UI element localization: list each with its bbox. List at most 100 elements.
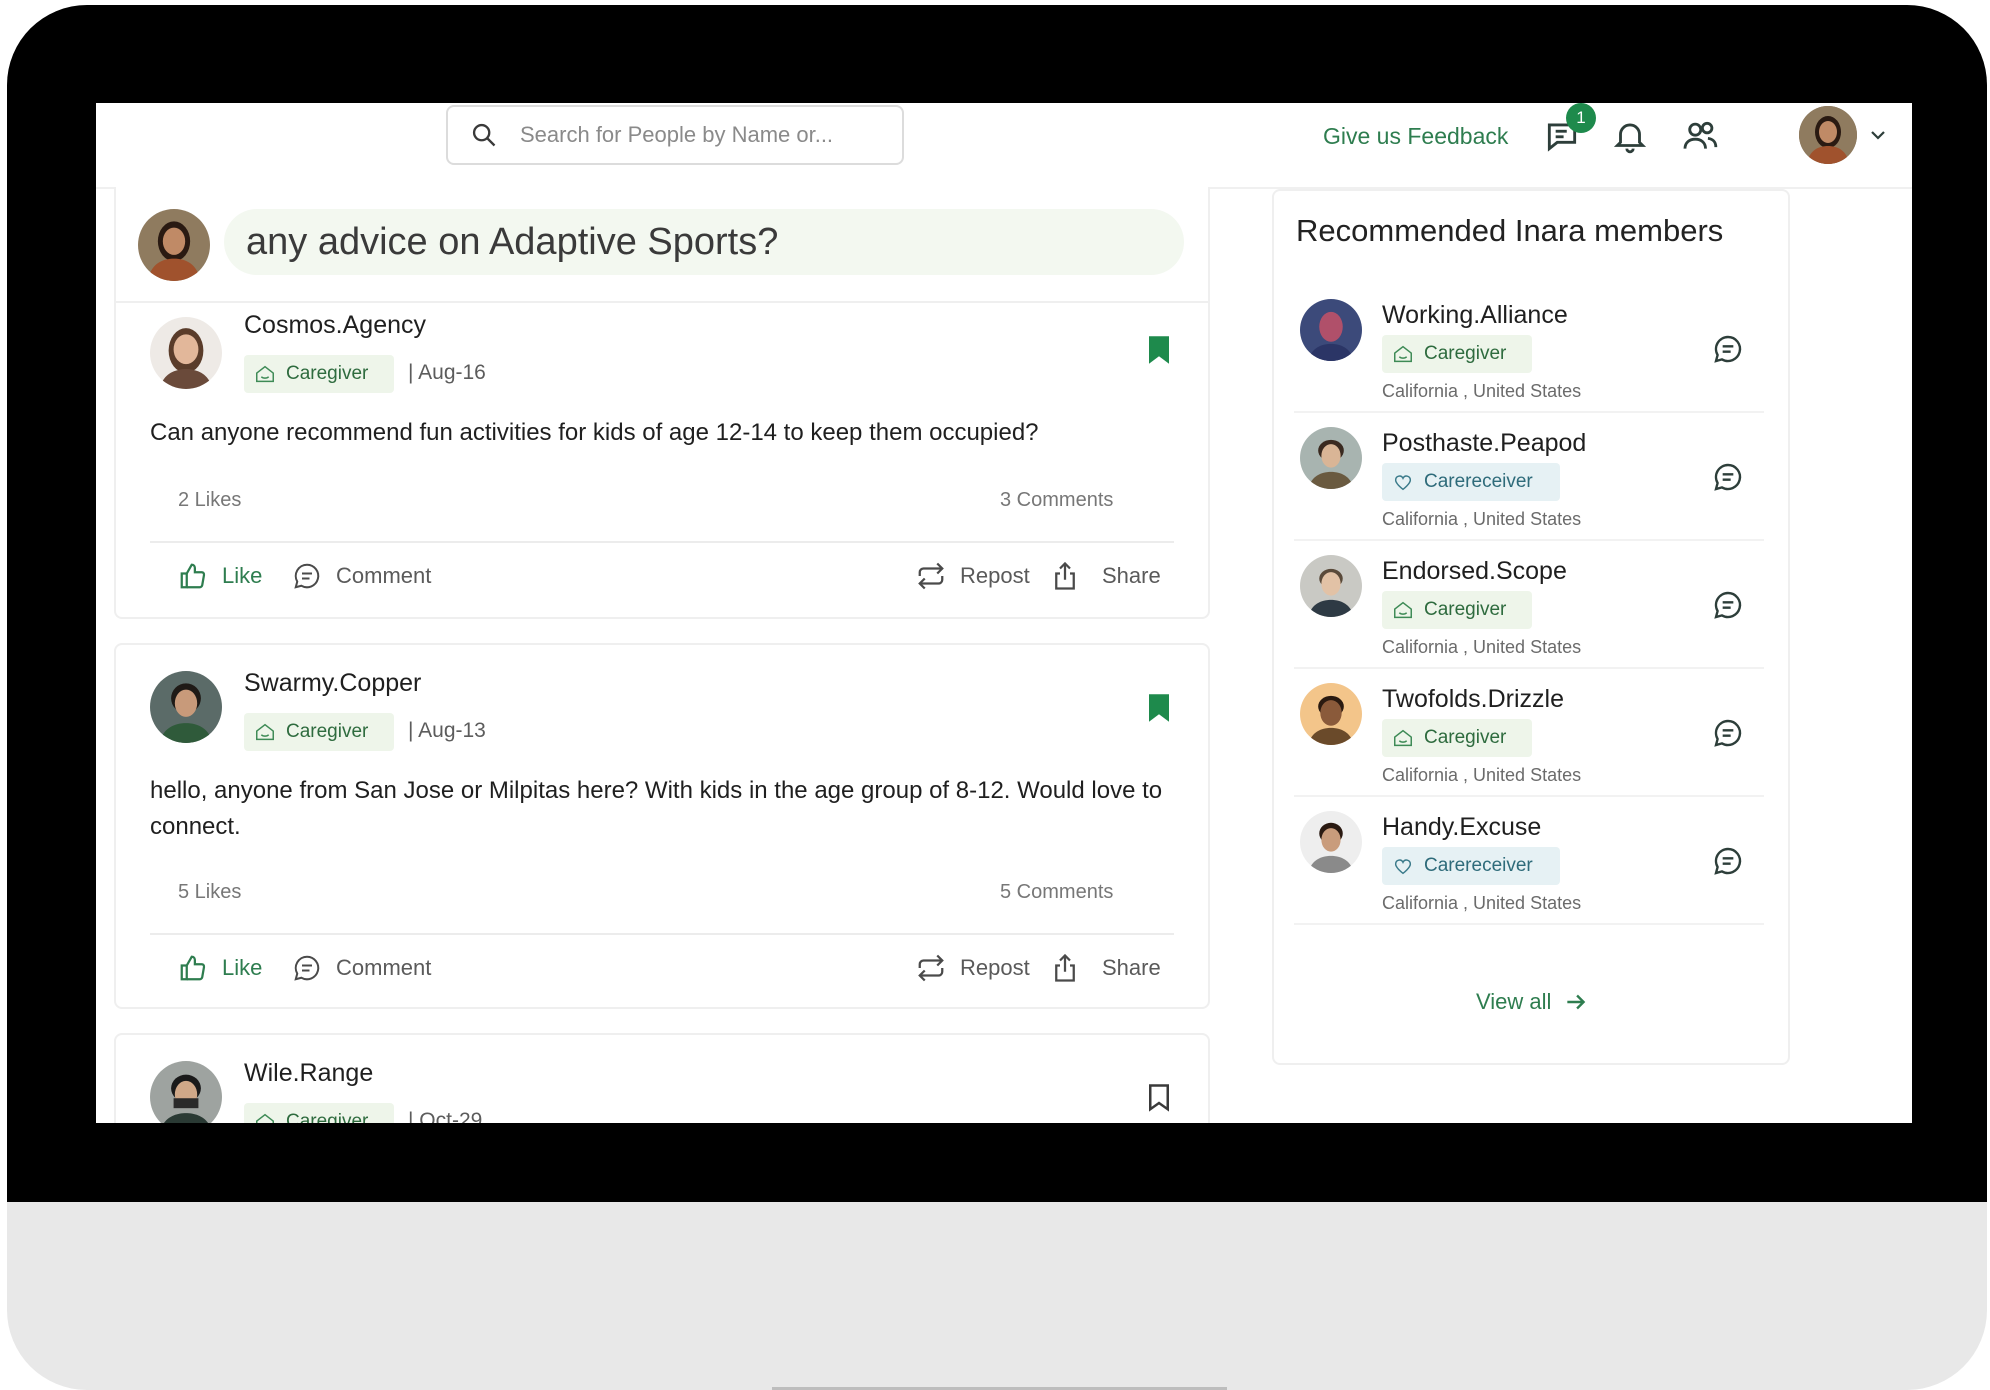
people-icon[interactable] <box>1681 117 1719 155</box>
comment-button[interactable]: Comment <box>292 953 431 983</box>
member-name[interactable]: Twofolds.Drizzle <box>1382 685 1564 714</box>
author-avatar[interactable] <box>150 671 222 743</box>
author-avatar[interactable] <box>150 317 222 389</box>
post-card: Wile.Range Caregiver | Oct-29 <box>114 1033 1210 1123</box>
member-card[interactable]: Endorsed.Scope Caregiver California , Un… <box>1294 539 1764 669</box>
app-screen: Give us Feedback 1 any advice on Adaptiv… <box>96 103 1912 1123</box>
comment-label: Comment <box>336 563 432 588</box>
bell-icon[interactable] <box>1611 117 1649 155</box>
caregiver-icon <box>256 1113 274 1123</box>
author-name[interactable]: Cosmos.Agency <box>244 311 426 340</box>
member-name[interactable]: Endorsed.Scope <box>1382 557 1567 586</box>
member-avatar[interactable] <box>1300 811 1362 873</box>
composer-avatar <box>138 209 210 281</box>
top-bar: Give us Feedback 1 <box>96 103 1912 189</box>
likes-count[interactable]: 5 Likes <box>178 881 241 904</box>
author-name[interactable]: Swarmy.Copper <box>244 669 421 698</box>
comment-icon <box>294 955 320 981</box>
comment-button[interactable]: Comment <box>292 561 431 591</box>
repost-icon <box>918 954 944 982</box>
post-card: Swarmy.Copper Caregiver | Aug-13 hello, … <box>114 643 1210 1009</box>
search-input[interactable] <box>518 121 882 149</box>
member-card[interactable]: Posthaste.Peapod Carereceiver California… <box>1294 411 1764 541</box>
member-location: California , United States <box>1382 765 1582 785</box>
device-frame: Give us Feedback 1 any advice on Adaptiv… <box>7 5 1987 1390</box>
bookmark-outline-icon[interactable] <box>1146 1083 1172 1113</box>
bookmark-icon[interactable] <box>1146 693 1172 723</box>
member-card[interactable]: Working.Alliance Caregiver California , … <box>1294 283 1764 413</box>
role-label: Caregiver <box>286 721 369 742</box>
repost-button[interactable]: Repost <box>916 561 1030 591</box>
comment-label: Comment <box>336 955 432 980</box>
search-icon <box>472 123 496 147</box>
share-button[interactable]: Share <box>1050 561 1161 591</box>
member-avatar[interactable] <box>1300 683 1362 745</box>
member-location: California , United States <box>1382 381 1582 401</box>
post-divider <box>150 933 1174 935</box>
member-name[interactable]: Working.Alliance <box>1382 301 1568 330</box>
repost-label: Repost <box>960 563 1030 588</box>
role-tag: Caregiver <box>1382 719 1532 757</box>
post-date: | Aug-16 <box>408 361 486 384</box>
member-location: California , United States <box>1382 637 1582 657</box>
caregiver-icon <box>1394 729 1412 747</box>
repost-button[interactable]: Repost <box>916 953 1030 983</box>
search-box[interactable] <box>446 105 904 165</box>
member-avatar[interactable] <box>1300 555 1362 617</box>
post-divider <box>150 541 1174 543</box>
share-icon <box>1055 561 1075 590</box>
member-card[interactable]: Handy.Excuse Carereceiver California , U… <box>1294 795 1764 925</box>
role-label: Caregiver <box>286 1111 369 1123</box>
share-label: Share <box>1102 955 1161 980</box>
panel-title: Recommended Inara members <box>1296 213 1724 248</box>
role-tag: Carereceiver <box>1382 463 1560 501</box>
view-all-link[interactable]: View all <box>1476 989 1589 1015</box>
comments-count[interactable]: 5 Comments <box>1000 881 1113 904</box>
caregiver-icon <box>256 723 274 741</box>
chevron-down-icon[interactable] <box>1866 123 1890 147</box>
chat-icon[interactable] <box>1712 717 1744 749</box>
role-tag: Caregiver <box>244 713 394 751</box>
member-avatar[interactable] <box>1300 427 1362 489</box>
chat-icon[interactable] <box>1712 845 1744 877</box>
member-name[interactable]: Handy.Excuse <box>1382 813 1541 842</box>
share-button[interactable]: Share <box>1050 953 1161 983</box>
author-name[interactable]: Wile.Range <box>244 1059 373 1088</box>
member-name[interactable]: Posthaste.Peapod <box>1382 429 1586 458</box>
chat-icon[interactable] <box>1712 461 1744 493</box>
role-tag: Caregiver <box>244 1103 394 1123</box>
member-location: California , United States <box>1382 893 1582 913</box>
like-label: Like <box>222 563 263 588</box>
like-button[interactable]: Like <box>178 561 262 591</box>
post-composer: any advice on Adaptive Sports? <box>114 187 1210 303</box>
bookmark-icon[interactable] <box>1146 335 1172 365</box>
recommended-panel: Recommended Inara members Working.Allian… <box>1272 189 1790 1065</box>
repost-icon <box>918 562 944 590</box>
share-label: Share <box>1102 563 1161 588</box>
composer-input[interactable]: any advice on Adaptive Sports? <box>224 209 1184 275</box>
post-card: Cosmos.Agency Caregiver | Aug-16 Can any… <box>114 303 1210 619</box>
view-all-label: View all <box>1476 989 1552 1014</box>
role-label: Carereceiver <box>1424 855 1533 876</box>
share-icon <box>1055 953 1075 982</box>
role-label: Caregiver <box>286 363 369 384</box>
post-text: hello, anyone from San Jose or Milpitas … <box>150 777 1163 840</box>
likes-count[interactable]: 2 Likes <box>178 489 241 512</box>
message-count-badge: 1 <box>1566 103 1596 133</box>
member-avatar[interactable] <box>1300 299 1362 361</box>
member-card[interactable]: Twofolds.Drizzle Caregiver California , … <box>1294 667 1764 797</box>
carereceiver-icon <box>1394 859 1412 875</box>
role-tag: Caregiver <box>244 355 394 393</box>
author-avatar[interactable] <box>150 1061 222 1123</box>
feedback-link[interactable]: Give us Feedback <box>1323 123 1508 150</box>
comments-count[interactable]: 3 Comments <box>1000 489 1113 512</box>
role-label: Caregiver <box>1424 727 1507 748</box>
profile-avatar[interactable] <box>1799 106 1857 164</box>
chat-icon[interactable] <box>1712 589 1744 621</box>
caregiver-icon <box>256 365 274 383</box>
repost-label: Repost <box>960 955 1030 980</box>
chat-icon[interactable] <box>1712 333 1744 365</box>
arrow-right-icon <box>1567 994 1586 1010</box>
member-location: California , United States <box>1382 509 1582 529</box>
like-button[interactable]: Like <box>178 953 262 983</box>
